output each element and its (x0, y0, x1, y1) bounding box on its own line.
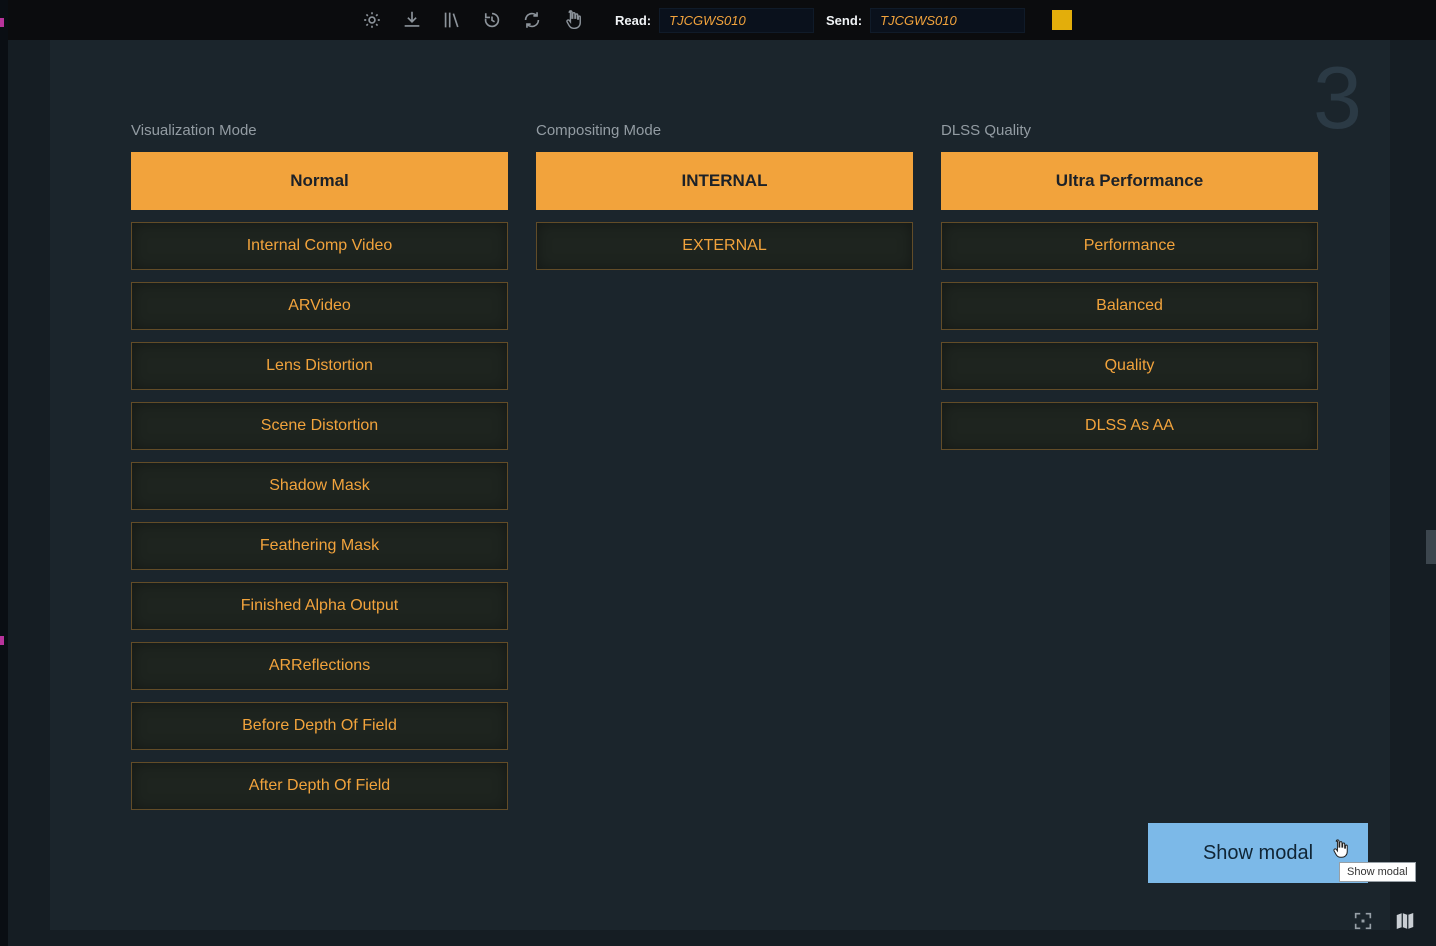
send-input[interactable] (870, 8, 1025, 33)
option-column-compositing-mode: Compositing Mode INTERNAL EXTERNAL (536, 122, 913, 282)
download-icon[interactable] (400, 8, 424, 32)
left-edge-artifact (0, 636, 4, 645)
main-panel: 3 Visualization Mode Normal Internal Comp … (50, 40, 1390, 930)
library-icon[interactable] (440, 8, 464, 32)
option-before-depth-of-field[interactable]: Before Depth Of Field (131, 702, 508, 750)
read-input[interactable] (659, 8, 814, 33)
send-field-group: Send: (826, 0, 1025, 40)
topbar: Read: Send: (0, 0, 1436, 40)
show-modal-button[interactable]: Show modal (1148, 823, 1368, 883)
option-columns: Visualization Mode Normal Internal Comp Vi… (131, 122, 1318, 822)
option-column-visualization-mode: Visualization Mode Normal Internal Comp Vi… (131, 122, 508, 822)
page-number: 3 (1313, 54, 1362, 142)
option-internal-comp-video[interactable]: Internal Comp Video (131, 222, 508, 270)
map-icon[interactable] (1392, 908, 1418, 934)
column-label: Visualization Mode (131, 122, 508, 142)
fullscreen-icon[interactable] (1350, 908, 1376, 934)
send-label: Send: (826, 13, 862, 28)
show-modal-tooltip: Show modal (1339, 862, 1416, 882)
option-performance[interactable]: Performance (941, 222, 1318, 270)
option-after-depth-of-field[interactable]: After Depth Of Field (131, 762, 508, 810)
toolbar-icons (360, 0, 584, 40)
option-arvideo[interactable]: ARVideo (131, 282, 508, 330)
left-edge-artifact (0, 18, 4, 27)
option-lens-distortion[interactable]: Lens Distortion (131, 342, 508, 390)
pan-hand-icon[interactable] (560, 8, 584, 32)
option-feathering-mask[interactable]: Feathering Mask (131, 522, 508, 570)
option-finished-alpha-output[interactable]: Finished Alpha Output (131, 582, 508, 630)
option-scene-distortion[interactable]: Scene Distortion (131, 402, 508, 450)
option-dlss-as-aa[interactable]: DLSS As AA (941, 402, 1318, 450)
scrollbar-thumb[interactable] (1426, 530, 1436, 564)
option-internal[interactable]: INTERNAL (536, 152, 913, 210)
footer-icons (1350, 908, 1418, 934)
read-field-group: Read: (615, 0, 814, 40)
status-indicator (1052, 10, 1072, 30)
option-external[interactable]: EXTERNAL (536, 222, 913, 270)
option-column-dlss-quality: DLSS Quality Ultra Performance Performance… (941, 122, 1318, 462)
option-balanced[interactable]: Balanced (941, 282, 1318, 330)
option-ultra-performance[interactable]: Ultra Performance (941, 152, 1318, 210)
history-icon[interactable] (480, 8, 504, 32)
left-edge-strip (0, 0, 8, 946)
option-normal[interactable]: Normal (131, 152, 508, 210)
option-arreflections[interactable]: ARReflections (131, 642, 508, 690)
refresh-icon[interactable] (520, 8, 544, 32)
option-shadow-mask[interactable]: Shadow Mask (131, 462, 508, 510)
column-label: DLSS Quality (941, 122, 1318, 142)
settings-icon[interactable] (360, 8, 384, 32)
column-label: Compositing Mode (536, 122, 913, 142)
read-label: Read: (615, 13, 651, 28)
option-quality[interactable]: Quality (941, 342, 1318, 390)
